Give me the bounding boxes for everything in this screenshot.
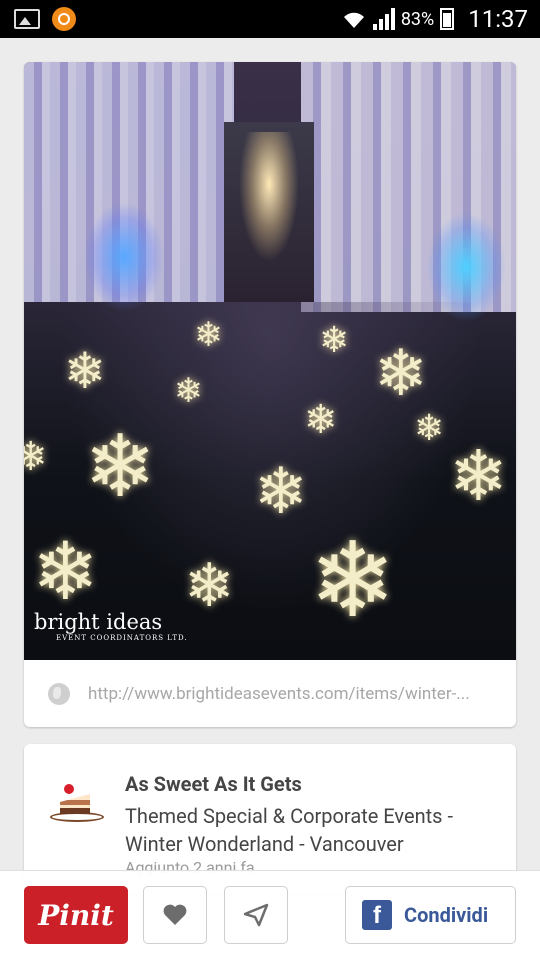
app-notification-icon (52, 7, 76, 31)
like-button[interactable] (143, 886, 207, 944)
send-icon (243, 903, 269, 927)
send-button[interactable] (224, 886, 288, 944)
share-button[interactable]: f Condividi (345, 886, 516, 944)
board-name[interactable]: Themed Special & Corporate Events - Wint… (125, 802, 485, 858)
globe-icon (48, 682, 70, 705)
action-bar: Pinit f Condividi (0, 870, 540, 961)
heart-icon (163, 904, 187, 925)
source-link[interactable]: http://www.brightideasevents.com/items/w… (24, 660, 516, 727)
image-icon (14, 9, 40, 29)
status-bar: 83% 11:37 (0, 0, 540, 38)
clock: 11:37 (468, 5, 528, 33)
battery-icon (440, 8, 455, 30)
signal-icon (372, 8, 395, 30)
pin-it-button[interactable]: Pinit (24, 886, 128, 944)
share-label: Condividi (404, 903, 489, 927)
watermark-logo: bright ideas EVENT COORDINATORS LTD. (34, 610, 188, 642)
battery-percent: 83% (400, 8, 435, 30)
pin-card: ❄ ❄ ❄ ❄ ❄ ❄ ❄ ❄ ❄ ❄ ❄ ❄ ❄ ❄ bright ideas… (24, 62, 516, 727)
wifi-icon (343, 12, 364, 28)
pinner-name[interactable]: As Sweet As It Gets (125, 772, 302, 796)
facebook-icon: f (362, 900, 392, 930)
source-url[interactable]: http://www.brightideasevents.com/items/w… (88, 684, 498, 704)
pin-image[interactable]: ❄ ❄ ❄ ❄ ❄ ❄ ❄ ❄ ❄ ❄ ❄ ❄ ❄ ❄ bright ideas… (24, 62, 516, 660)
avatar[interactable] (46, 768, 106, 828)
